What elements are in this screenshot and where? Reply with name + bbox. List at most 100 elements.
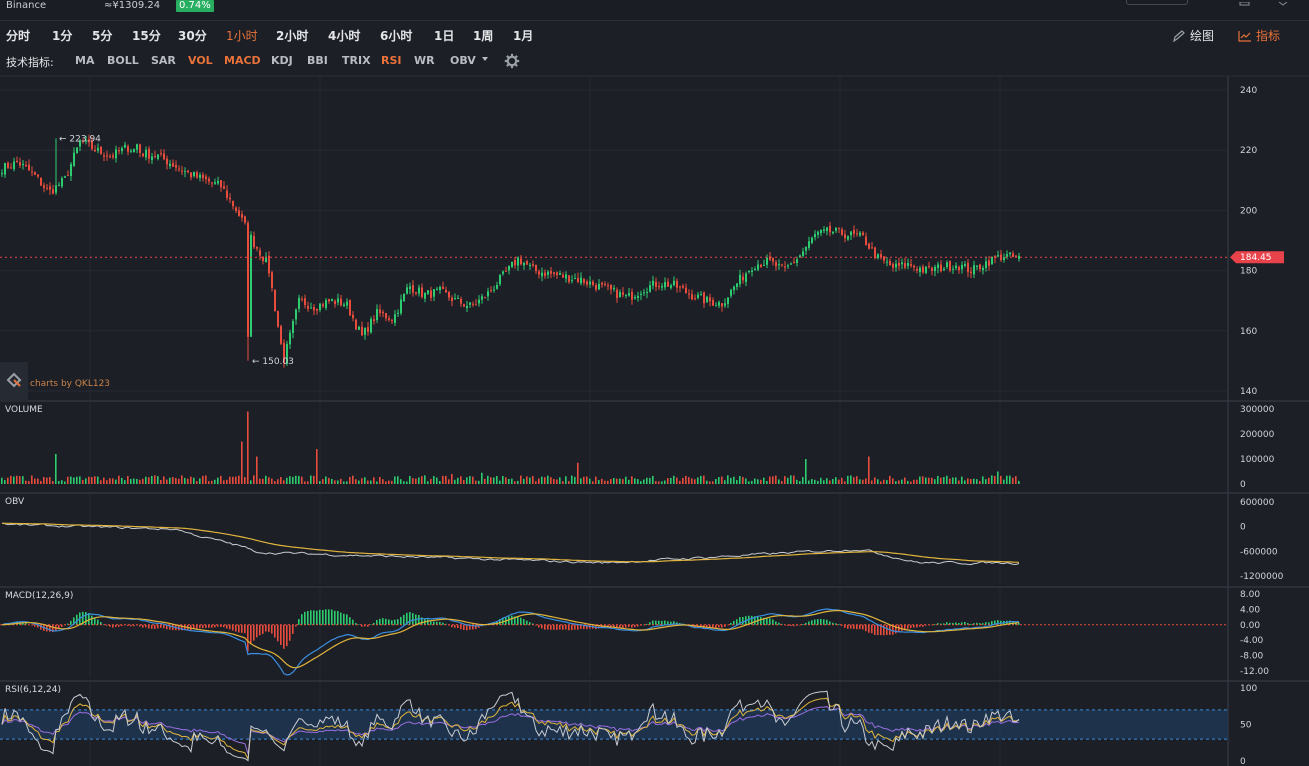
candle-body <box>889 260 891 266</box>
candle-body <box>772 258 774 262</box>
candle-body <box>121 147 123 152</box>
macd-bar <box>376 619 378 625</box>
candle-body <box>871 247 873 249</box>
volume-bar <box>442 475 444 484</box>
candle-body <box>667 281 669 287</box>
candle-body <box>709 297 711 302</box>
macd-bar <box>544 624 546 630</box>
volume-bar <box>76 476 78 484</box>
candle-body <box>115 149 117 159</box>
candle-body <box>1 173 3 175</box>
volume-bar <box>541 476 543 484</box>
volume-bar <box>259 478 261 484</box>
volume-bar <box>136 478 138 484</box>
volume-bar <box>784 476 786 484</box>
volume-bar <box>640 481 642 484</box>
chart-canvas[interactable]: 240 220 200 180 160 140 300000 200000 100000 0 VOL… <box>0 0 1309 766</box>
macd-bar <box>388 619 390 625</box>
volume-bar <box>604 480 606 484</box>
candle-body <box>517 257 519 266</box>
macd-bar <box>658 620 660 625</box>
candle-body <box>268 255 270 274</box>
macd-bar <box>982 623 984 625</box>
volume-bar <box>538 478 540 484</box>
volume-bar <box>994 475 996 484</box>
macd-bar <box>871 624 873 634</box>
candle-body <box>220 179 222 188</box>
candle-body <box>493 289 495 291</box>
volume-bar <box>193 477 195 484</box>
volume-bar <box>400 479 402 484</box>
macd-bar <box>94 618 96 625</box>
candle-body <box>271 272 273 289</box>
candle-body <box>76 147 78 153</box>
macd-bar <box>874 624 876 636</box>
candle-body <box>970 271 972 273</box>
candle-body <box>730 289 732 296</box>
candle-body <box>835 227 837 231</box>
volume-bar <box>811 479 813 484</box>
volume-bar <box>370 480 372 484</box>
y-tick-label: 220 <box>1240 146 1257 156</box>
volume-bar <box>778 479 780 484</box>
volume-bar <box>727 475 729 484</box>
volume-bar <box>1 477 3 484</box>
volume-bar <box>895 481 897 484</box>
candle-body <box>961 264 963 270</box>
volume-bar <box>1015 476 1017 484</box>
y-tick-label: 240 <box>1240 86 1257 96</box>
volume-bar <box>958 480 960 484</box>
candle-body <box>613 287 615 290</box>
candle-body <box>622 292 624 295</box>
volume-bar <box>220 475 222 484</box>
macd-bar <box>466 624 468 631</box>
volume-bar <box>796 479 798 484</box>
candle-body <box>139 144 141 153</box>
volume-bar <box>799 481 801 484</box>
candle-body <box>817 231 819 235</box>
volume-bar <box>742 476 744 484</box>
candle-body <box>796 259 798 263</box>
candle-body <box>202 174 204 179</box>
volume-bar <box>928 477 930 484</box>
chart-grid <box>0 75 1309 766</box>
candle-body <box>10 167 12 169</box>
volume-bar <box>985 479 987 484</box>
volume-bar <box>286 477 288 484</box>
volume-bar <box>22 476 24 484</box>
volume-bar <box>25 480 27 484</box>
macd-bar <box>298 619 300 625</box>
y-tick-label: 300000 <box>1240 405 1275 415</box>
candle-body <box>55 185 57 193</box>
volume-bar <box>334 480 336 484</box>
volume-bar <box>394 476 396 484</box>
macd-bar <box>541 624 543 629</box>
candle-body <box>976 265 978 267</box>
volume-bar <box>547 475 549 484</box>
volume-bar <box>880 481 882 484</box>
volume-bar <box>559 477 561 484</box>
volume-bar <box>658 481 660 484</box>
macd-bar <box>337 610 339 625</box>
macd-bar <box>244 624 246 634</box>
volume-bar <box>481 472 483 484</box>
volume-bar <box>355 479 357 484</box>
candle-body <box>751 270 753 273</box>
volume-bar <box>313 475 315 484</box>
candle-body <box>244 216 246 223</box>
candle-body <box>418 287 420 294</box>
volume-bar <box>4 480 6 484</box>
volume-bar <box>52 481 54 484</box>
macd-bar <box>163 624 165 629</box>
candle-body <box>391 319 393 322</box>
candle-body <box>19 162 21 166</box>
candle-body <box>715 305 717 307</box>
candle-body <box>166 158 168 165</box>
candle-body <box>583 279 585 283</box>
macd-bar <box>556 624 558 630</box>
macd-bar <box>196 624 198 630</box>
pane-title-macd: MACD(12,26,9) <box>5 591 73 601</box>
volume-bar <box>688 477 690 484</box>
volume-bar <box>793 475 795 484</box>
candle-body <box>682 285 684 288</box>
